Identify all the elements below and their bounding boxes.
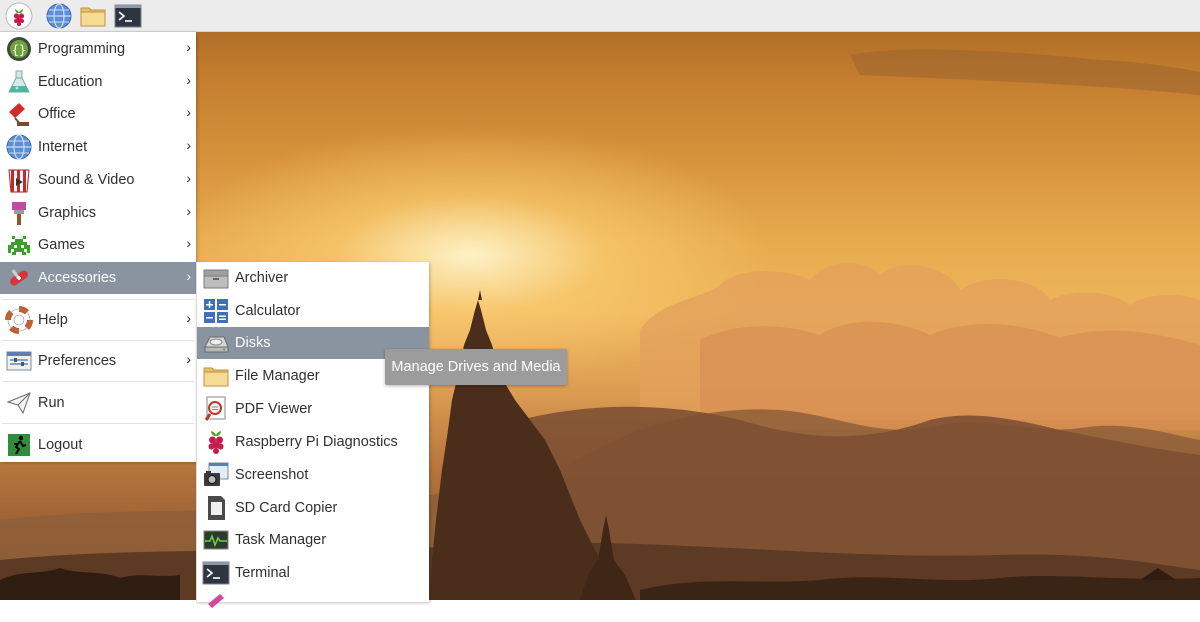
submenu-item-label: Raspberry Pi Diagnostics	[235, 434, 398, 450]
submenu-item-pdf-viewer[interactable]: PDF Viewer	[197, 393, 429, 425]
paintbrush-icon	[5, 199, 33, 227]
menu-item-label: Office	[38, 106, 76, 122]
menu-separator	[2, 423, 194, 424]
menu-separator	[2, 381, 194, 382]
menu-item-games[interactable]: Games ›	[0, 229, 196, 261]
menu-item-label: Run	[38, 395, 65, 411]
pdf-magnifier-icon	[202, 395, 230, 423]
space-invader-icon	[5, 231, 33, 259]
submenu-item-task-manager[interactable]: Task Manager	[197, 524, 429, 556]
raspberry-menu-button[interactable]	[5, 2, 33, 30]
menu-separator	[2, 299, 194, 300]
submenu-item-raspberry-pi-diagnostics[interactable]: Raspberry Pi Diagnostics	[197, 426, 429, 458]
globe-icon	[46, 3, 72, 29]
web-browser-button[interactable]	[45, 2, 73, 30]
chevron-right-icon: ›	[186, 351, 191, 367]
preferences-icon	[5, 347, 33, 375]
submenu-item-label: SD Card Copier	[235, 500, 338, 516]
main-menu: {} Programming › Education › Office › In…	[0, 32, 196, 462]
submenu-item-label: Calculator	[235, 303, 301, 319]
menu-item-programming[interactable]: {} Programming ›	[0, 33, 196, 65]
chevron-right-icon: ›	[186, 203, 191, 219]
submenu-item-label: Disks	[235, 335, 271, 351]
menu-item-label: Education	[38, 74, 103, 90]
menu-item-label: Help	[38, 312, 68, 328]
menu-item-office[interactable]: Office ›	[0, 98, 196, 130]
disk-drive-icon	[202, 329, 230, 357]
submenu-item-partial[interactable]	[197, 590, 429, 622]
terminal-button[interactable]	[114, 2, 142, 30]
globe-icon	[5, 133, 33, 161]
menu-item-graphics[interactable]: Graphics ›	[0, 197, 196, 229]
menu-separator	[2, 340, 194, 341]
submenu-item-screenshot[interactable]: Screenshot	[197, 459, 429, 491]
raspberry-icon	[202, 428, 230, 456]
submenu-item-label: File Manager	[235, 368, 320, 384]
calculator-icon	[202, 297, 230, 325]
menu-item-label: Internet	[38, 139, 88, 155]
chevron-right-icon: ›	[186, 72, 191, 88]
menu-item-run[interactable]: Run	[0, 387, 196, 419]
chevron-right-icon: ›	[186, 137, 191, 153]
menu-item-education[interactable]: Education ›	[0, 66, 196, 98]
submenu-item-archiver[interactable]: Archiver	[197, 262, 429, 294]
office-icon	[5, 100, 33, 128]
archive-box-icon	[202, 264, 230, 292]
chevron-right-icon: ›	[186, 310, 191, 326]
exit-running-man-icon	[5, 431, 33, 459]
chevron-right-icon: ›	[186, 268, 191, 284]
svg-text:{}: {}	[12, 43, 26, 57]
menu-item-preferences[interactable]: Preferences ›	[0, 345, 196, 377]
paper-plane-icon	[5, 389, 33, 417]
menu-item-help[interactable]: Help ›	[0, 304, 196, 336]
folder-icon	[202, 362, 230, 390]
programming-icon: {}	[5, 35, 33, 63]
raspberry-icon	[5, 2, 33, 30]
top-panel	[0, 0, 1200, 32]
text-editor-icon	[202, 592, 230, 620]
tooltip: Manage Drives and Media	[385, 349, 567, 385]
submenu-item-sd-card-copier[interactable]: SD Card Copier	[197, 492, 429, 524]
menu-item-label: Games	[38, 237, 85, 253]
terminal-icon	[202, 559, 230, 587]
chevron-right-icon: ›	[186, 39, 191, 55]
sound-video-icon	[5, 166, 33, 194]
chevron-right-icon: ›	[186, 170, 191, 186]
menu-item-internet[interactable]: Internet ›	[0, 131, 196, 163]
chevron-right-icon: ›	[186, 235, 191, 251]
menu-item-label: Preferences	[38, 353, 117, 369]
menu-item-logout[interactable]: Logout	[0, 429, 196, 461]
task-manager-icon	[202, 526, 230, 554]
terminal-icon	[114, 4, 142, 28]
swiss-knife-icon	[5, 264, 33, 292]
menu-item-label: Programming	[38, 41, 126, 57]
menu-item-label: Sound & Video	[38, 172, 135, 188]
lifebuoy-icon	[5, 306, 33, 334]
submenu-item-label: Task Manager	[235, 532, 327, 548]
file-manager-button[interactable]	[79, 2, 107, 30]
submenu-item-label: PDF Viewer	[235, 401, 313, 417]
menu-item-sound-video[interactable]: Sound & Video ›	[0, 164, 196, 196]
menu-item-label: Graphics	[38, 205, 97, 221]
menu-item-label: Logout	[38, 437, 83, 453]
education-flask-icon	[5, 68, 33, 96]
sd-card-icon	[202, 494, 230, 522]
submenu-item-calculator[interactable]: Calculator	[197, 295, 429, 327]
accessories-submenu: Archiver Calculator Disks File Manager P…	[196, 262, 429, 608]
menu-item-accessories[interactable]: Accessories ›	[0, 262, 196, 294]
submenu-item-label: Terminal	[235, 565, 290, 581]
submenu-item-label: Archiver	[235, 270, 289, 286]
folder-icon	[80, 7, 106, 27]
menu-item-label: Accessories	[38, 270, 117, 286]
submenu-item-terminal[interactable]: Terminal	[197, 557, 429, 589]
submenu-item-label: Screenshot	[235, 467, 309, 483]
camera-icon	[202, 461, 230, 489]
chevron-right-icon: ›	[186, 104, 191, 120]
